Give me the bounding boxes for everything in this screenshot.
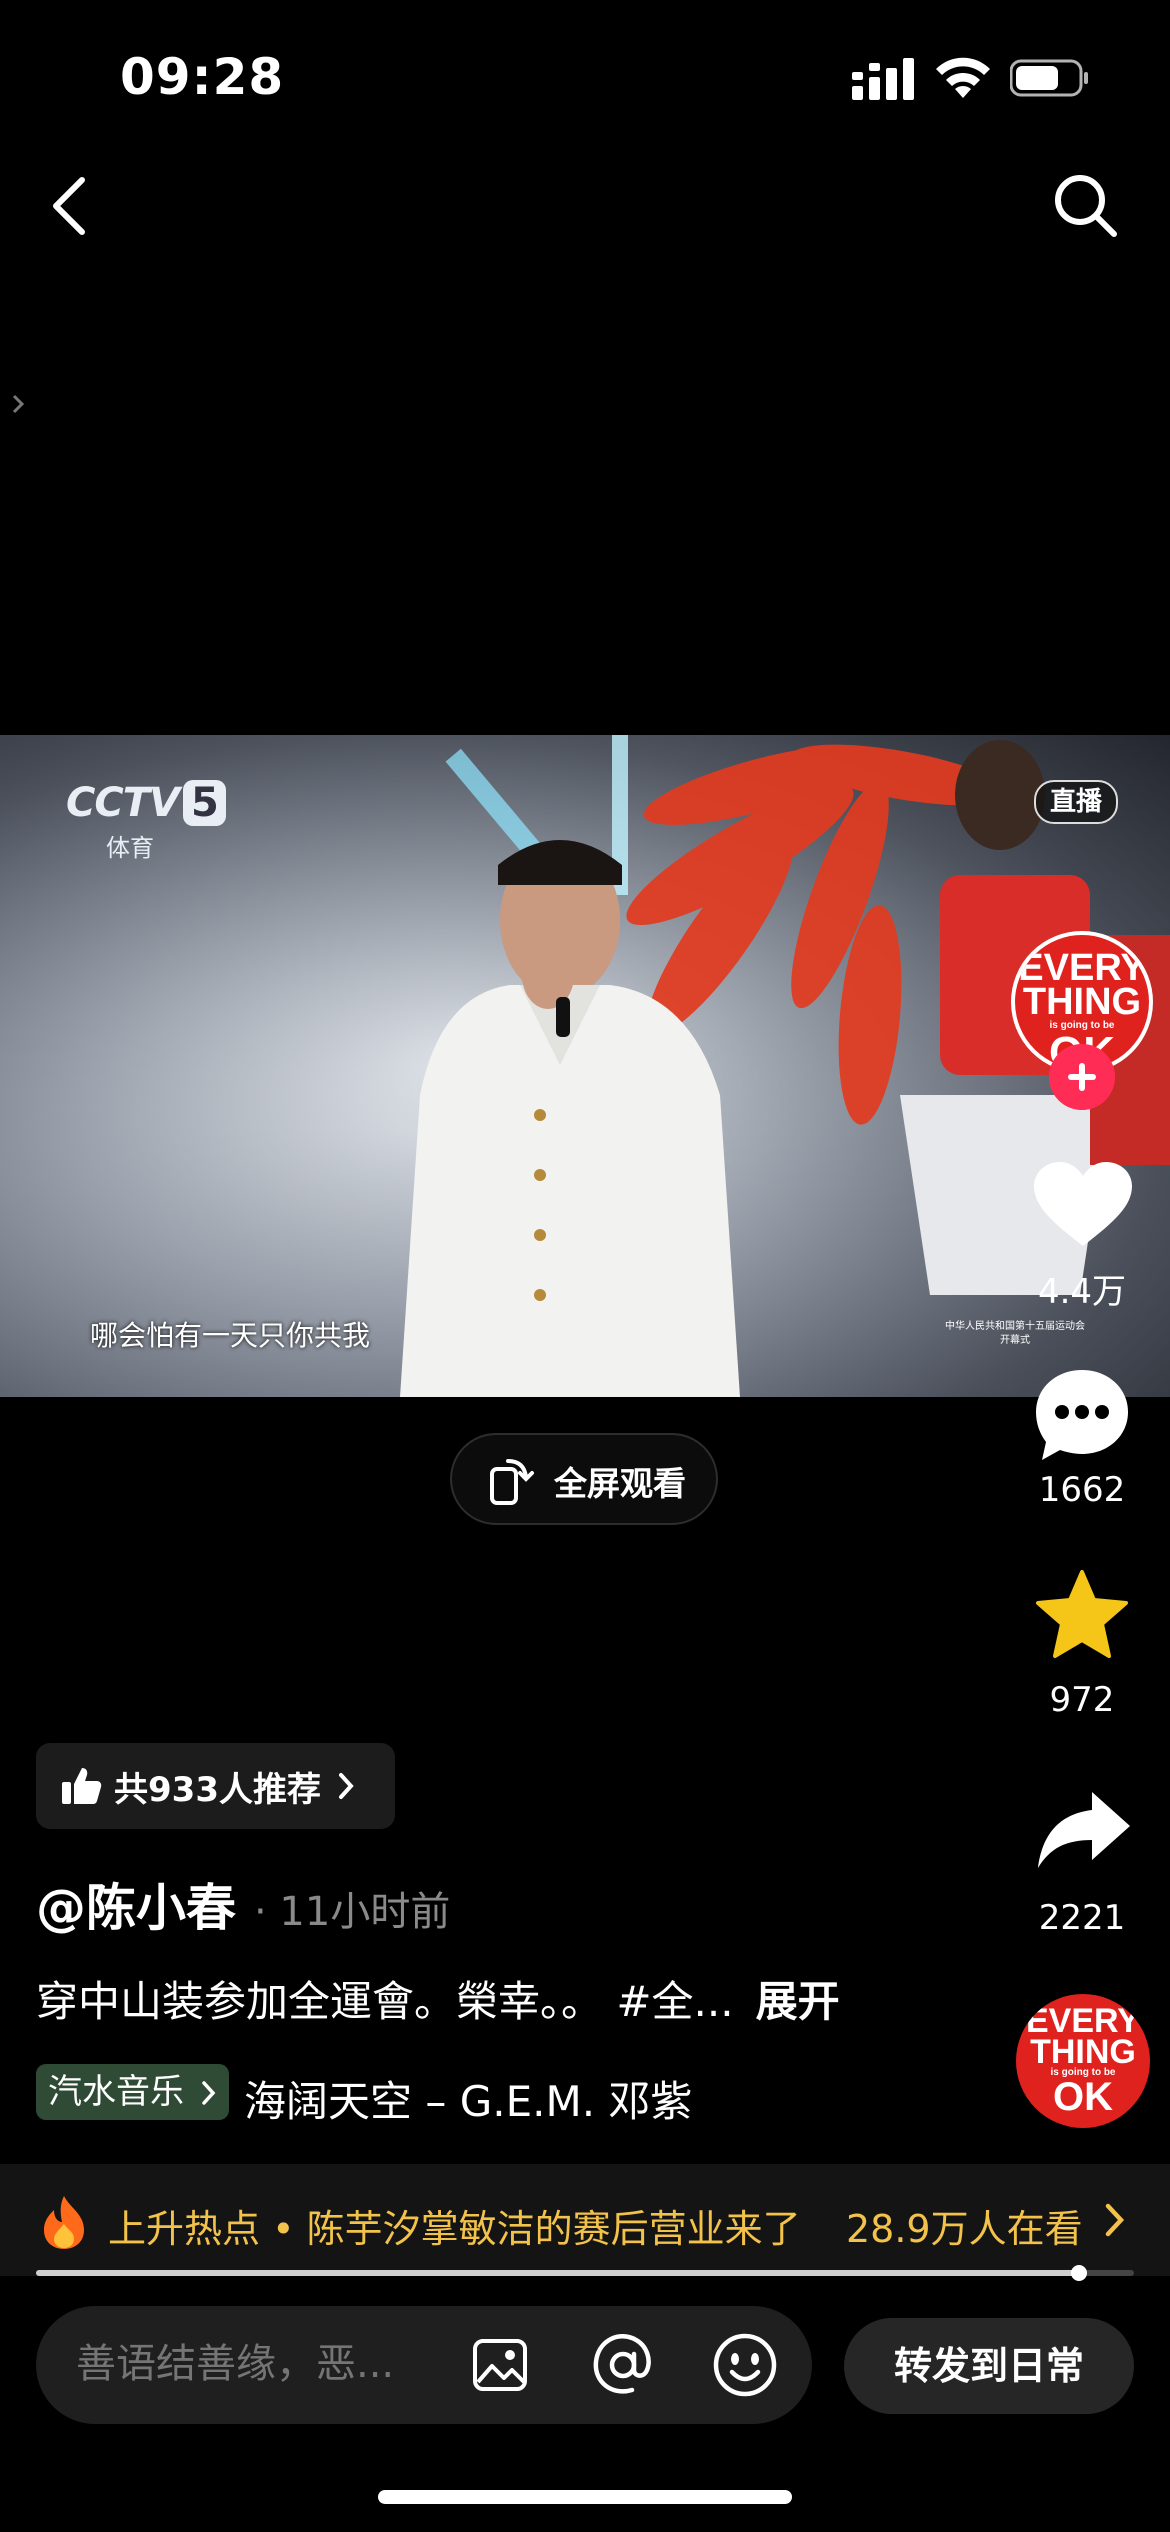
thumbs-up-icon <box>62 1768 102 1804</box>
favorite-star-icon[interactable] <box>1034 1568 1130 1660</box>
hot-topic-viewers: 28.9万人在看 <box>846 2207 1083 2251</box>
chevron-right-icon <box>1105 2203 1125 2237</box>
event-watermark: 中华人民共和国第十五届运动会 开幕式 <box>930 1320 1100 1348</box>
comment-input[interactable] <box>74 2340 448 2388</box>
video-progress-knob[interactable] <box>1071 2265 1088 2281</box>
channel-name: CCTV <box>66 780 180 826</box>
avatar-logo-every: EVERY <box>1018 947 1146 989</box>
channel-logo: CCTV 5 体育 <box>66 780 226 863</box>
emoji-icon[interactable] <box>712 2332 778 2398</box>
post-time: · 11小时前 <box>254 1889 451 1935</box>
fullscreen-button[interactable]: 全屏观看 <box>450 1433 718 1525</box>
rotate-phone-icon <box>490 1459 534 1505</box>
favorite-count: 972 <box>1049 1680 1115 1720</box>
video-progress-bar[interactable] <box>36 2265 1134 2281</box>
like-count: 4.4万 <box>1037 1272 1127 1312</box>
wifi-icon <box>936 57 990 98</box>
music-disc[interactable]: EVERY THING is going to be OK <box>1016 1994 1150 2128</box>
video-subtitle: 哪会怕有一天只你共我 <box>90 1319 371 1352</box>
disc-logo-thing: THING <box>1030 2032 1136 2071</box>
expand-button[interactable]: 展开 <box>756 1977 840 2026</box>
live-badge: 直播 <box>1034 780 1119 824</box>
caption-text: 穿中山装参加全運會。榮幸。。 #全... <box>36 1977 734 2026</box>
like-heart-icon[interactable] <box>1032 1160 1134 1250</box>
status-time: 09:28 <box>120 48 285 106</box>
author-row: @陈小春 · 11小时前 <box>36 1868 450 1940</box>
recommend-label: 共933人推荐 <box>114 1769 321 1810</box>
share-count: 2221 <box>1038 1898 1126 1938</box>
repost-to-daily-button[interactable]: 转发到日常 <box>844 2318 1134 2414</box>
avatar-logo-thing: THING <box>1022 981 1142 1024</box>
side-panel-arrow-icon[interactable] <box>10 392 26 416</box>
hot-topic-text: 上升热点 • 陈芋汐掌敏洁的赛后营业来了 <box>108 2207 801 2251</box>
home-indicator <box>378 2490 792 2504</box>
channel-number: 5 <box>182 780 226 826</box>
image-icon[interactable] <box>472 2338 528 2392</box>
back-icon[interactable] <box>46 174 92 238</box>
comment-bar <box>36 2306 812 2424</box>
music-name[interactable]: 海阔天空 – G.E.M. 邓紫 <box>244 2068 692 2129</box>
chevron-right-icon <box>338 1773 354 1799</box>
music-tag[interactable]: 汽水音乐 <box>36 2064 229 2120</box>
author-name[interactable]: @陈小春 <box>36 1879 236 1937</box>
at-mention-icon[interactable] <box>590 2332 656 2398</box>
signal-icon <box>852 58 914 100</box>
comment-count: 1662 <box>1038 1470 1126 1510</box>
recommend-button[interactable]: 共933人推荐 <box>36 1743 395 1829</box>
fullscreen-label: 全屏观看 <box>554 1464 686 1503</box>
disc-logo-every: EVERY <box>1025 2002 1140 2040</box>
event-watermark-line1: 中华人民共和国第十五届运动会 <box>945 1321 1085 1332</box>
hot-topic-bar[interactable]: 上升热点 • 陈芋汐掌敏洁的赛后营业来了 28.9万人在看 <box>0 2164 1170 2276</box>
fire-icon <box>44 2196 84 2249</box>
video-progress-fill <box>36 2270 1080 2276</box>
share-icon[interactable] <box>1036 1790 1132 1870</box>
video-caption: 穿中山装参加全運會。榮幸。。 #全... 展开 <box>36 1968 840 2029</box>
disc-logo-ok: OK <box>1053 2075 1113 2120</box>
search-icon[interactable] <box>1050 170 1120 240</box>
music-tag-label: 汽水音乐 <box>48 2072 184 2112</box>
comment-icon[interactable] <box>1032 1364 1132 1464</box>
battery-icon <box>1010 59 1088 97</box>
event-watermark-line2: 开幕式 <box>1000 1335 1030 1346</box>
channel-sub: 体育 <box>106 834 154 862</box>
chevron-right-icon <box>202 2081 216 2105</box>
follow-plus-icon[interactable] <box>1049 1044 1115 1110</box>
